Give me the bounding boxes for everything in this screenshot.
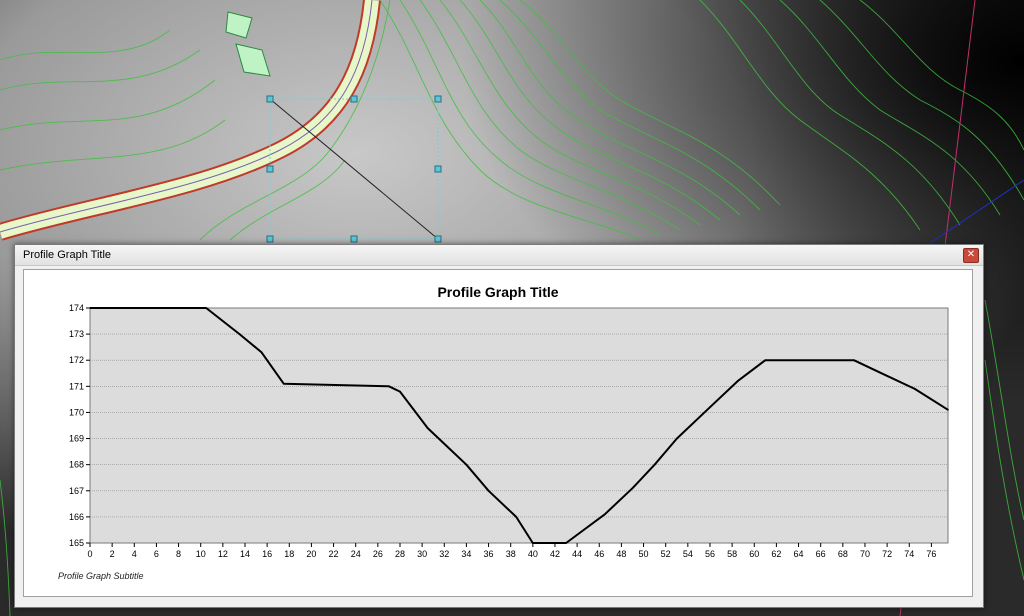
x-tick-label: 76 bbox=[926, 549, 936, 559]
profile-data-point bbox=[205, 307, 208, 309]
profile-data-point bbox=[675, 437, 678, 440]
profile-graph-window[interactable]: Profile Graph Title ✕ 165 166 167 168 169 170… bbox=[14, 244, 984, 608]
profile-data-point bbox=[565, 542, 567, 544]
x-tick-label: 50 bbox=[639, 549, 649, 559]
profile-data-point bbox=[388, 385, 390, 388]
x-tick-label: 54 bbox=[683, 549, 693, 559]
x-tick-label: 64 bbox=[794, 549, 804, 559]
y-tick-label: 171 bbox=[69, 381, 84, 391]
profile-chart: 1651661671681691701711721731740 2 4 6 8 10 12 1… bbox=[69, 303, 949, 559]
chart-title: Profile Graph Title bbox=[437, 284, 559, 300]
y-tick-label: 169 bbox=[69, 434, 84, 444]
x-tick-label: 10 bbox=[196, 549, 206, 559]
x-tick-label: 24 bbox=[351, 549, 361, 559]
profile-data-point bbox=[631, 487, 634, 489]
plot-area bbox=[89, 307, 949, 544]
profile-data-point bbox=[449, 448, 451, 450]
profile-data-point bbox=[736, 380, 739, 382]
x-tick-label: 34 bbox=[461, 549, 471, 559]
window-title: Profile Graph Title bbox=[23, 249, 112, 261]
x-tick-label: 2 bbox=[110, 549, 115, 559]
x-tick-label: 62 bbox=[771, 549, 781, 559]
y-tick-label: 174 bbox=[69, 303, 84, 313]
y-tick-label: 165 bbox=[69, 538, 84, 548]
x-tick-label: 4 bbox=[132, 549, 137, 559]
x-tick-label: 48 bbox=[616, 549, 626, 559]
x-tick-label: 40 bbox=[528, 549, 538, 559]
x-tick-label: 44 bbox=[572, 549, 582, 559]
x-tick-label: 30 bbox=[417, 549, 427, 559]
profile-data-point bbox=[653, 463, 656, 466]
profile-data-point bbox=[853, 359, 855, 362]
y-tick-label: 166 bbox=[69, 512, 84, 522]
close-icon: ✕ bbox=[966, 249, 976, 260]
profile-data-point bbox=[709, 406, 711, 409]
y-tick-label: 168 bbox=[69, 460, 84, 470]
y-tick-label: 173 bbox=[69, 329, 84, 339]
x-tick-label: 66 bbox=[816, 549, 826, 559]
profile-data-point bbox=[465, 463, 468, 466]
profile-data-point bbox=[880, 372, 883, 375]
profile-data-point bbox=[487, 489, 490, 492]
x-tick-label: 46 bbox=[594, 549, 604, 559]
chart-panel: 165 166 167 168 169 170 171 172 173 174 0 2 4 6 8 10 12 1… bbox=[23, 269, 973, 597]
x-tick-label: 74 bbox=[904, 549, 914, 559]
x-tick-label: 68 bbox=[838, 549, 848, 559]
profile-data-point bbox=[260, 351, 263, 354]
profile-data-point bbox=[426, 427, 429, 429]
profile-data-point bbox=[532, 542, 534, 544]
x-tick-label: 28 bbox=[395, 549, 405, 559]
x-tick-label: 56 bbox=[705, 549, 715, 559]
x-tick-label: 32 bbox=[439, 549, 449, 559]
profile-data-point bbox=[399, 390, 401, 393]
x-tick-label: 8 bbox=[176, 549, 181, 559]
x-tick-label: 16 bbox=[262, 549, 272, 559]
x-tick-label: 20 bbox=[306, 549, 316, 559]
x-tick-label: 26 bbox=[373, 549, 383, 559]
x-tick-label: 42 bbox=[550, 549, 560, 559]
profile-data-point bbox=[238, 333, 241, 335]
x-tick-label: 12 bbox=[218, 549, 228, 559]
y-tick-label: 167 bbox=[69, 486, 84, 496]
x-tick-label: 58 bbox=[727, 549, 737, 559]
chart-subtitle: Profile Graph Subtitle bbox=[58, 571, 144, 581]
profile-data-point bbox=[947, 409, 949, 411]
x-tick-label: 36 bbox=[484, 549, 494, 559]
x-tick-label: 70 bbox=[860, 549, 870, 559]
profile-data-point bbox=[89, 307, 91, 309]
x-tick-label: 22 bbox=[329, 549, 339, 559]
x-tick-label: 52 bbox=[661, 549, 671, 559]
close-button[interactable]: ✕ bbox=[963, 248, 979, 263]
x-tick-label: 0 bbox=[87, 549, 92, 559]
y-tick-label: 172 bbox=[69, 355, 84, 365]
x-tick-label: 38 bbox=[506, 549, 516, 559]
profile-data-point bbox=[282, 382, 285, 385]
y-tick-label: 170 bbox=[69, 407, 84, 417]
x-tick-label: 72 bbox=[882, 549, 892, 559]
profile-data-point bbox=[604, 513, 606, 516]
profile-data-point bbox=[764, 359, 767, 362]
window-title-bar[interactable]: Profile Graph Title ✕ bbox=[15, 245, 983, 266]
x-tick-label: 60 bbox=[749, 549, 759, 559]
x-tick-label: 14 bbox=[240, 549, 250, 559]
x-tick-label: 6 bbox=[154, 549, 159, 559]
profile-data-point bbox=[913, 388, 916, 390]
profile-data-point bbox=[515, 516, 518, 518]
x-tick-label: 18 bbox=[284, 549, 294, 559]
